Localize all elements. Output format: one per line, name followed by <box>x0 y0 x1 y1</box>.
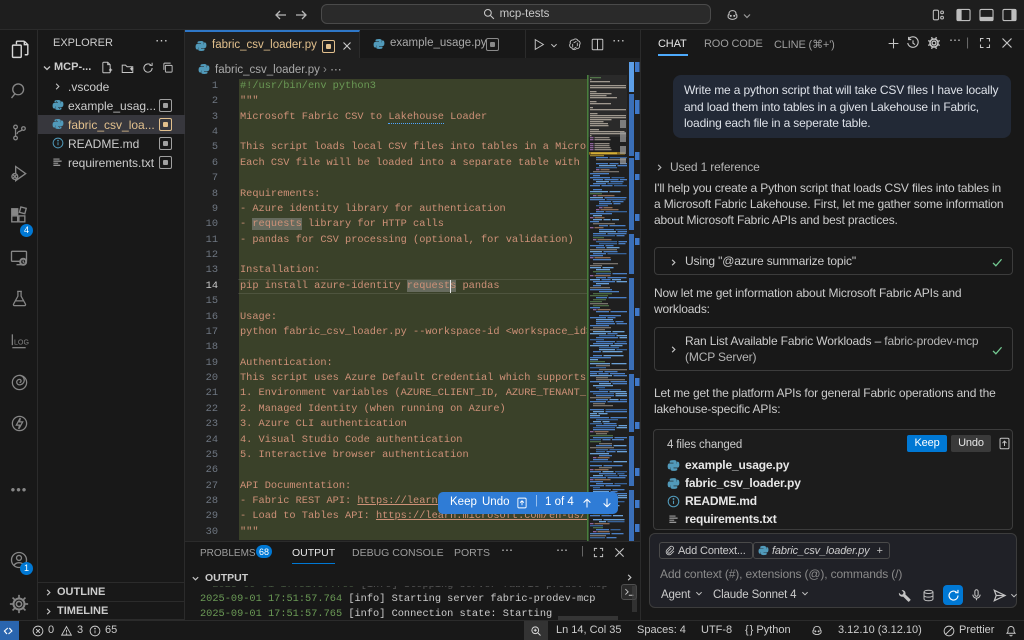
svg-text:LOG: LOG <box>14 338 29 346</box>
